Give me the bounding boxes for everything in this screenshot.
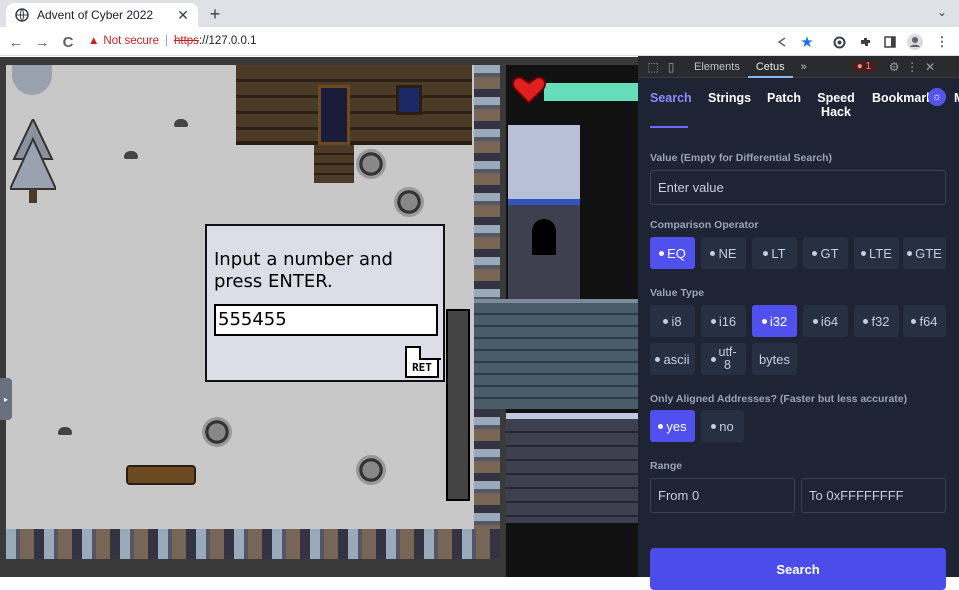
type-utf8-button[interactable]: utf-8 [701,343,746,375]
cetus-tab-overflow[interactable]: M [954,91,959,105]
tower-doorway [532,219,556,255]
op-gt-button[interactable]: GT [803,237,848,269]
url-host: ://127.0.0.1 [198,35,257,47]
return-key-icon[interactable]: RET [405,346,441,378]
cetus-panel: Search Strings Patch Speed Hack Bookmark… [638,79,959,590]
dialog-side-bar [446,309,470,501]
tab-strip: Advent of Cyber 2022 ✕ + ⌄ [0,0,959,27]
extension-1-icon[interactable] [829,32,849,52]
op-gte-button[interactable]: GTE [903,237,946,269]
type-f64-button[interactable]: f64 [903,305,946,337]
type-i32-button[interactable]: i32 [752,305,797,337]
type-i16-button[interactable]: i16 [701,305,746,337]
sidepanel-icon[interactable] [880,32,900,52]
tab-search-icon[interactable]: ⌄ [937,5,947,19]
number-input-dialog: Input a number and press ENTER. 555455 R… [205,224,445,382]
device-toolbar-icon[interactable]: ▯ [662,60,680,74]
url-scheme: https [174,35,199,47]
bush-icon [356,149,386,179]
bush-icon [394,187,424,217]
warning-icon[interactable]: ▲ [88,35,99,47]
globe-icon [15,8,29,22]
op-lte-button[interactable]: LTE [854,237,899,269]
pine-tree-icon [10,119,56,203]
reload-button[interactable]: C [58,32,78,52]
op-ne-button[interactable]: NE [701,237,746,269]
side-panel-handle[interactable]: ▸ [0,378,12,420]
aligned-no-button[interactable]: no [701,410,744,442]
cabin [236,65,472,145]
devtools-tabbar: ⬚ ▯ Elements Cetus » ● 1 ⚙ ⋮ ✕ [638,56,959,78]
rock-icon [58,427,72,435]
comparison-label: Comparison Operator [650,219,759,231]
cetus-tab-search[interactable]: Search [650,91,692,105]
cetus-nav: Search Strings Patch Speed Hack Bookmark… [638,79,959,129]
devtools-close-icon[interactable]: ✕ [921,60,939,74]
new-tab-button[interactable]: + [205,4,225,25]
more-tabs-icon[interactable]: » [793,56,815,78]
tab-elements[interactable]: Elements [686,56,748,78]
type-f32-button[interactable]: f32 [854,305,899,337]
stone-wall [474,299,638,409]
stone-tower [508,125,580,299]
range-to-input[interactable]: To 0xFFFFFFFF [801,478,946,513]
range-from-input[interactable]: From 0 [650,478,795,513]
fence-horizontal [6,529,500,559]
number-input[interactable]: 555455 [214,304,438,336]
health-bar [544,83,638,101]
aligned-yes-button[interactable]: yes [650,410,695,442]
menu-icon[interactable]: ⋮ [932,32,952,52]
security-status[interactable]: Not secure [103,35,159,47]
browser-tab[interactable]: Advent of Cyber 2022 ✕ [6,3,198,27]
range-label: Range [650,460,683,472]
extensions-icon[interactable] [855,32,875,52]
bush-icon [202,417,232,447]
aligned-label: Only Aligned Addresses? (Faster but less… [650,393,908,405]
fallen-log-icon [126,465,196,485]
heart-icon [512,76,546,105]
type-ascii-button[interactable]: ascii [650,343,695,375]
value-label: Value (Empty for Differential Search) [650,152,833,164]
search-button[interactable]: Search [650,548,946,590]
theme-toggle-icon[interactable]: ☼ [928,88,946,106]
cetus-tab-patch[interactable]: Patch [767,91,801,105]
devtools-menu-icon[interactable]: ⋮ [903,60,921,74]
type-i64-button[interactable]: i64 [803,305,848,337]
active-tab-indicator [650,126,688,128]
address-bar[interactable]: ▲ Not secure | https ://127.0.0.1 [88,30,828,52]
inspect-icon[interactable]: ⬚ [644,60,662,74]
back-button[interactable]: ← [6,32,26,52]
rock-icon [124,151,138,159]
op-eq-button[interactable]: EQ [650,237,695,269]
profile-icon[interactable] [905,32,925,52]
cetus-tab-bookmark[interactable]: Bookmark [872,91,933,105]
value-type-label: Value Type [650,287,705,299]
stone-wall-lower [506,413,638,523]
cabin-window [396,85,422,115]
value-input[interactable]: Enter value [650,170,946,205]
forward-button[interactable]: → [32,32,52,52]
settings-gear-icon[interactable]: ⚙ [885,60,903,74]
browser-toolbar: ← → C ▲ Not secure | https ://127.0.0.1 … [0,27,959,56]
error-count-badge[interactable]: ● 1 [852,61,876,72]
cabin-door [318,85,350,145]
cabin-steps [314,145,354,183]
rock-icon [174,119,188,127]
url-separator: | [165,35,168,47]
dialog-prompt: Input a number and press ENTER. [214,249,393,292]
op-lt-button[interactable]: LT [752,237,797,269]
close-tab-icon[interactable]: ✕ [174,7,192,24]
tab-title: Advent of Cyber 2022 [37,8,154,22]
cetus-tab-strings[interactable]: Strings [708,91,751,105]
devtools-panel: ⬚ ▯ Elements Cetus » ● 1 ⚙ ⋮ ✕ Search St… [638,56,959,590]
share-icon[interactable] [772,32,792,52]
type-bytes-button[interactable]: bytes [752,343,797,375]
star-icon[interactable]: ★ [797,32,817,52]
cetus-tab-speed-hack[interactable]: Speed Hack [816,91,856,119]
bush-icon [356,455,386,485]
type-i8-button[interactable]: i8 [650,305,695,337]
tab-cetus[interactable]: Cetus [747,56,793,78]
